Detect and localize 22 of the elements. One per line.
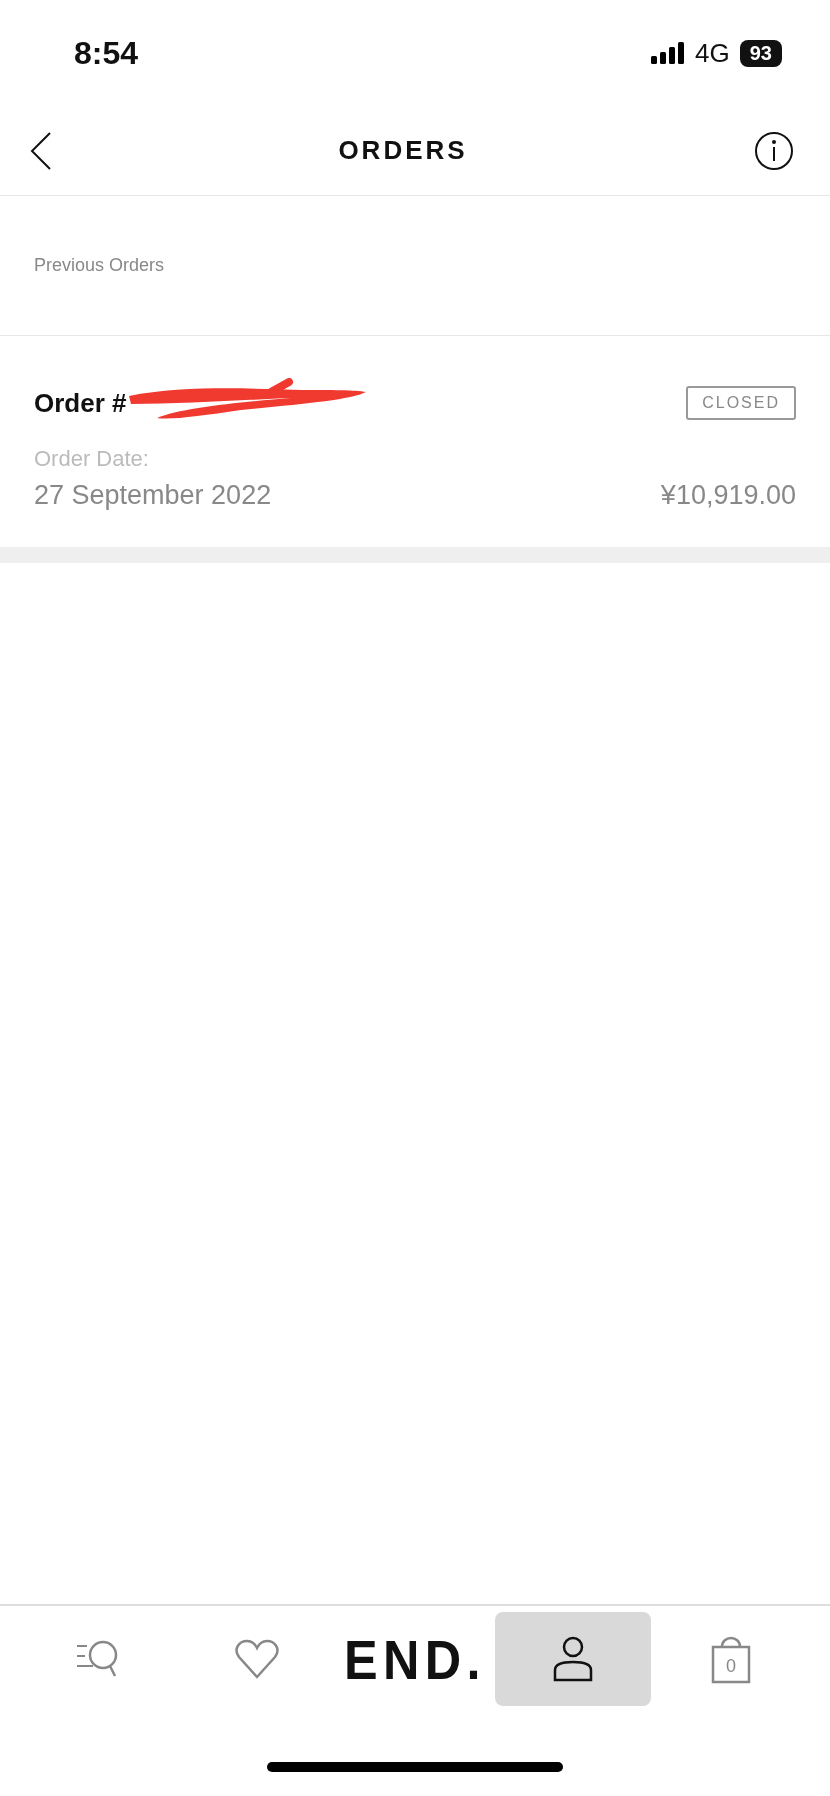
logo-tab[interactable]: END. (337, 1612, 493, 1706)
person-icon (553, 1636, 593, 1682)
account-tab[interactable] (495, 1612, 651, 1706)
page-title: ORDERS (338, 135, 468, 166)
order-card[interactable]: Order # CLOSED Order Date: 27 September 2022 ¥10,919.00 (0, 336, 830, 547)
order-date: 27 September 2022 (34, 480, 272, 511)
order-total: ¥10,919.00 (660, 480, 796, 511)
heart-icon (235, 1639, 279, 1679)
back-icon[interactable] (30, 130, 52, 171)
brand-logo: END. (344, 1626, 486, 1692)
info-icon[interactable] (754, 130, 794, 171)
section-label: Previous Orders (34, 255, 165, 276)
bag-count: 0 (726, 1656, 736, 1676)
bag-tab[interactable]: 0 (653, 1612, 809, 1706)
status-time: 8:54 (74, 34, 139, 72)
order-date-label: Order Date: (34, 446, 150, 472)
status-badge: CLOSED (686, 386, 796, 420)
order-number: Order # (34, 387, 127, 419)
battery-level: 93 (739, 39, 782, 67)
signal-icon (651, 42, 686, 64)
network-label: 4G (695, 37, 730, 69)
bag-icon (711, 1636, 751, 1684)
